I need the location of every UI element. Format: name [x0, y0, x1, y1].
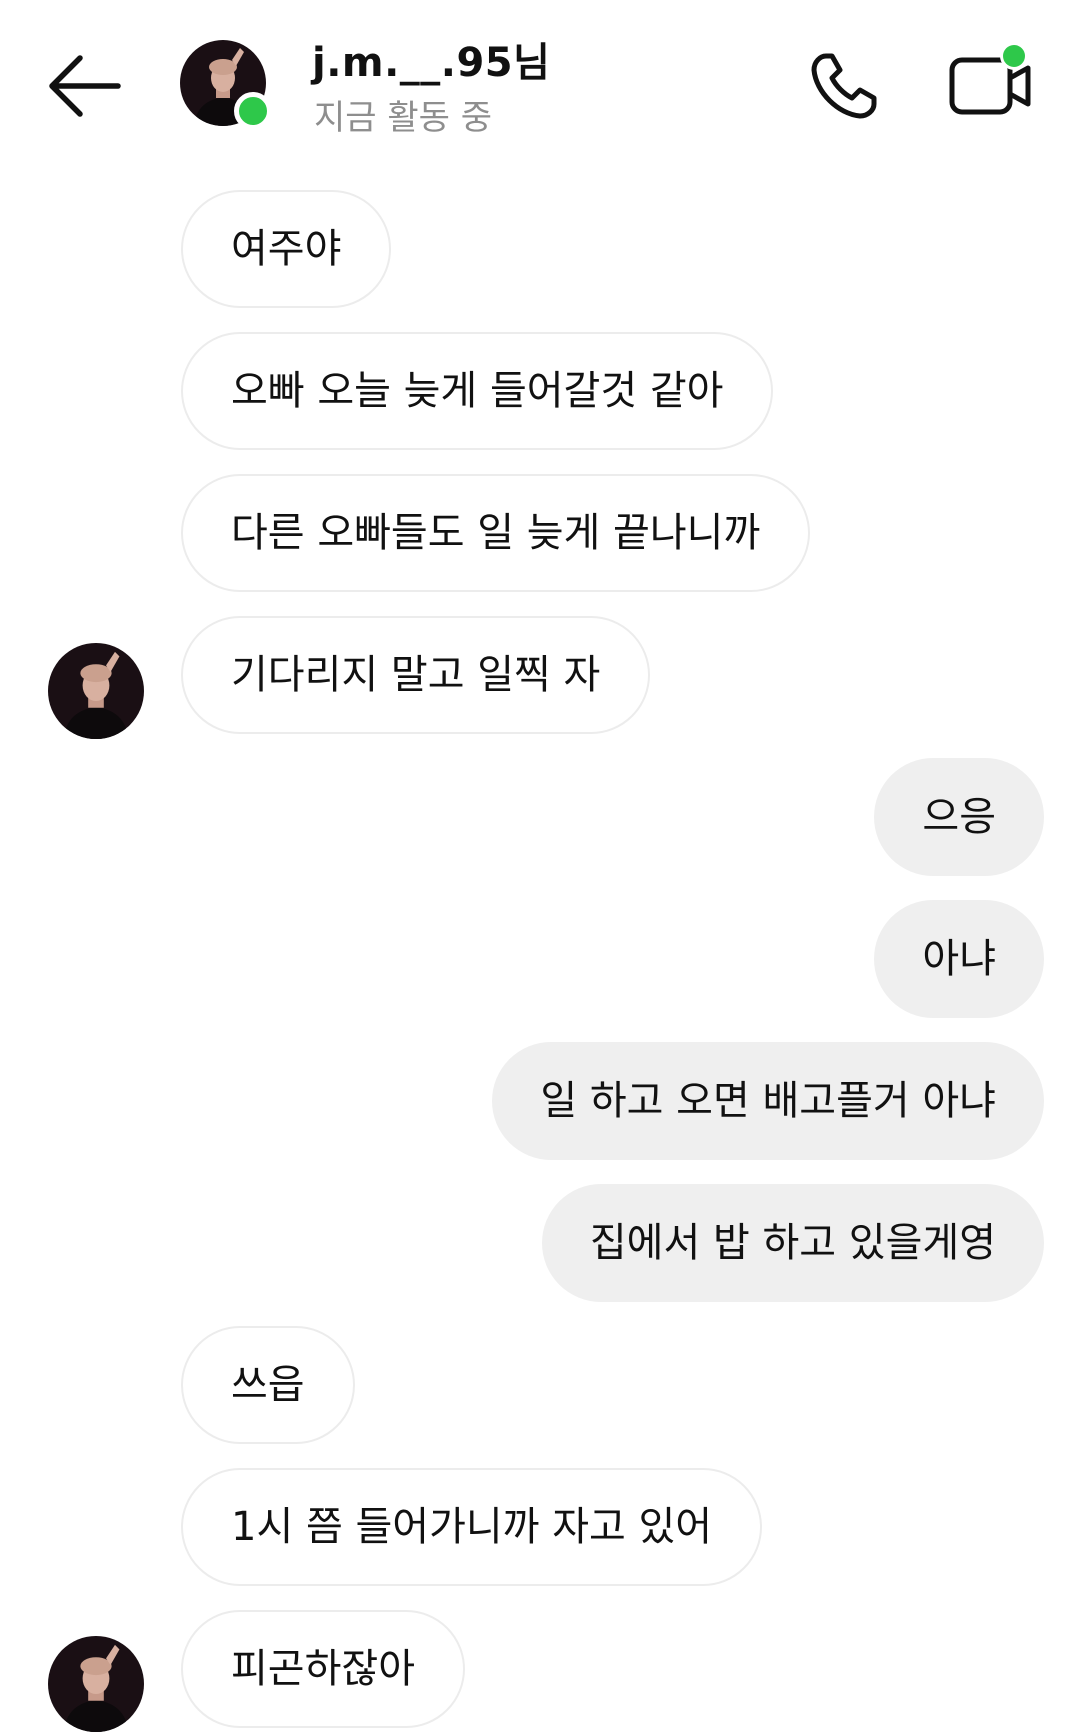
incoming-message[interactable]: 기다리지 말고 일찍 자 [181, 616, 651, 734]
video-call-button[interactable] [942, 40, 1042, 130]
sender-avatar[interactable] [48, 1636, 144, 1732]
active-status: 지금 활동 중 [314, 98, 493, 138]
incoming-message[interactable]: 쓰읍 [181, 1326, 355, 1444]
incoming-message[interactable]: 다른 오빠들도 일 늦게 끝나니까 [181, 474, 811, 592]
chat-header: j.m.__.95님 지금 활동 중 [0, 0, 1080, 160]
contact-avatar[interactable] [180, 40, 272, 130]
phone-icon [811, 53, 877, 119]
outgoing-message[interactable]: 집에서 밥 하고 있을게영 [541, 1184, 1044, 1302]
video-camera-icon [949, 42, 1031, 115]
incoming-message[interactable]: 1시 쯤 들어가니까 자고 있어 [181, 1468, 763, 1586]
outgoing-message[interactable]: 아냐 [874, 900, 1044, 1018]
outgoing-message[interactable]: 일 하고 오면 배고플거 아냐 [492, 1042, 1044, 1160]
profile-photo [48, 643, 144, 739]
profile-photo [48, 1636, 144, 1732]
online-status-dot [234, 92, 272, 130]
incoming-message[interactable]: 피곤하잖아 [181, 1610, 465, 1728]
contact-name[interactable]: j.m.__.95님 [312, 30, 550, 88]
outgoing-message[interactable]: 으응 [874, 758, 1044, 876]
incoming-message[interactable]: 여주야 [181, 190, 392, 308]
sender-avatar[interactable] [48, 643, 144, 739]
incoming-message[interactable]: 오빠 오늘 늦게 들어갈것 같아 [181, 332, 774, 450]
back-button[interactable] [40, 46, 130, 126]
voice-call-button[interactable] [800, 40, 890, 130]
active-call-dot [1003, 45, 1025, 67]
arrow-left-icon [49, 55, 121, 117]
